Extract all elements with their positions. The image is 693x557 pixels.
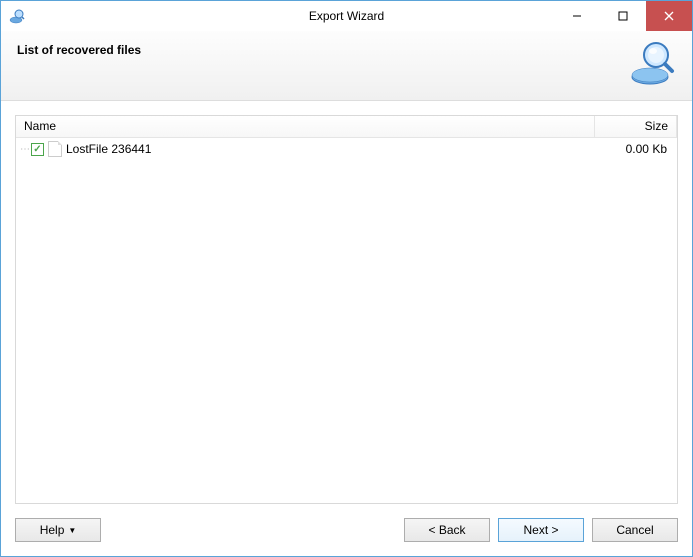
chevron-down-icon: ▼ [68,526,76,535]
magnifier-icon [628,39,676,87]
tree-connector-icon: ⋯ [20,144,29,155]
list-body: ⋯ ✓ LostFile 236441 0.00 Kb [16,138,677,503]
file-icon [48,141,62,157]
row-filename: LostFile 236441 [66,142,595,156]
footer: Help ▼ < Back Next > Cancel [1,504,692,556]
next-button[interactable]: Next > [498,518,584,542]
window-title: Export Wizard [309,9,384,23]
export-wizard-window: Export Wizard List of recovered files [0,0,693,557]
header-panel: List of recovered files [1,31,692,101]
app-icon [9,8,25,24]
page-title: List of recovered files [17,43,141,57]
file-list: Name Size ⋯ ✓ LostFile 236441 0.00 Kb [15,115,678,504]
maximize-button[interactable] [600,1,646,31]
cancel-button[interactable]: Cancel [592,518,678,542]
help-button-label: Help [40,523,65,537]
minimize-button[interactable] [554,1,600,31]
titlebar: Export Wizard [1,1,692,31]
row-filesize: 0.00 Kb [595,142,673,156]
back-button[interactable]: < Back [404,518,490,542]
table-row[interactable]: ⋯ ✓ LostFile 236441 0.00 Kb [16,140,677,158]
window-controls [554,1,692,31]
column-header-name[interactable]: Name [16,116,595,137]
row-checkbox[interactable]: ✓ [31,143,44,156]
list-header: Name Size [16,116,677,138]
close-button[interactable] [646,1,692,31]
content-area: Name Size ⋯ ✓ LostFile 236441 0.00 Kb [1,101,692,504]
column-header-size[interactable]: Size [595,116,677,137]
help-button[interactable]: Help ▼ [15,518,101,542]
